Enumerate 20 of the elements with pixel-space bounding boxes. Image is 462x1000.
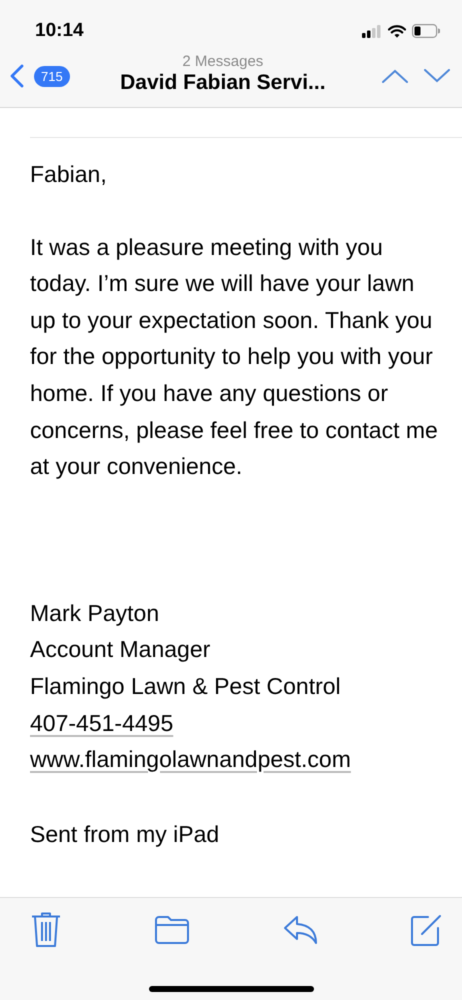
signature-text: Account Manager <box>30 636 210 662</box>
reply-icon[interactable] <box>282 914 319 946</box>
signature-text: Flamingo Lawn & Pest Control <box>30 672 341 699</box>
battery-icon <box>412 24 440 38</box>
compose-icon[interactable] <box>410 914 442 946</box>
signature-text: Mark Payton <box>30 600 160 626</box>
status-time: 10:14 <box>35 20 84 42</box>
folder-icon[interactable] <box>153 915 192 945</box>
wifi-icon <box>388 24 406 38</box>
greeting-text: Fabian, <box>30 160 108 189</box>
thread-title: David Fabian Servi... <box>120 70 326 96</box>
signature-footer: Sent from my iPad <box>30 816 442 852</box>
signature-link[interactable]: 407-451-4495 <box>30 710 174 736</box>
message-body: It was a pleasure meeting with you today. I’m sure we will have your lawn up to your expectation soon. Thank you for the opportunity to help you with your home. If you have any questions or concerns, please feel free to contact me at your convenience. <box>30 232 439 482</box>
trash-icon[interactable] <box>30 912 62 948</box>
signal-icon <box>362 24 382 38</box>
back-icon[interactable] <box>10 64 24 88</box>
unread-count-badge: 715 <box>34 66 70 86</box>
message-count: 2 Messages <box>182 55 264 69</box>
signature-link[interactable]: www.flamingolawnandpest.com <box>30 746 351 772</box>
